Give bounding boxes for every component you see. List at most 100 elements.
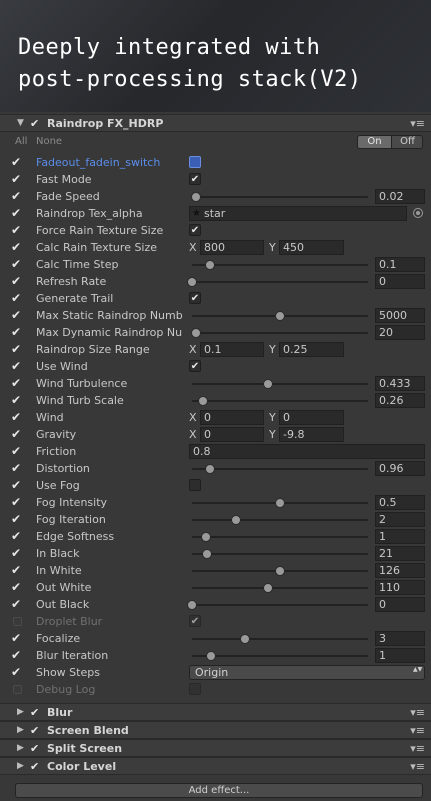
value-checkbox[interactable] <box>189 479 201 491</box>
slider-thumb[interactable] <box>239 634 250 644</box>
y-value-field[interactable]: 450 <box>279 240 344 255</box>
value-field[interactable]: 2 <box>375 512 425 527</box>
effect-header-raindrop[interactable]: ▼ ✔ Raindrop FX_HDRP ▾≡ <box>0 114 431 132</box>
foldout-closed-icon[interactable]: ▶ <box>17 743 25 753</box>
effect-enable-checkbox[interactable]: ✔ <box>30 118 41 129</box>
foldout-closed-icon[interactable]: ▶ <box>17 707 25 717</box>
slider-track[interactable] <box>192 655 368 657</box>
value-field[interactable]: 0 <box>375 274 425 289</box>
value-field[interactable]: 20 <box>375 325 425 340</box>
value-field[interactable]: 0.1 <box>375 257 425 272</box>
value-slider[interactable] <box>189 461 371 476</box>
value-slider[interactable] <box>189 189 371 204</box>
override-checkbox[interactable]: ✔ <box>11 156 23 168</box>
value-slider[interactable] <box>187 274 371 289</box>
override-checkbox[interactable]: ✔ <box>11 309 23 321</box>
slider-track[interactable] <box>192 604 368 606</box>
effect-enable-checkbox[interactable]: ✔ <box>30 743 41 754</box>
slider-track[interactable] <box>192 281 368 283</box>
value-slider[interactable] <box>189 376 371 391</box>
effect-header-blur[interactable]: ▶ ✔ Blur ▾≡ <box>0 703 431 721</box>
slider-thumb[interactable] <box>204 260 215 270</box>
foldout-closed-icon[interactable]: ▶ <box>17 761 25 771</box>
slider-track[interactable] <box>192 536 368 538</box>
slider-thumb[interactable] <box>187 277 197 287</box>
foldout-closed-icon[interactable]: ▶ <box>17 725 25 735</box>
override-checkbox[interactable]: ✔ <box>11 428 23 440</box>
override-checkbox[interactable]: ✔ <box>11 598 23 610</box>
value-field[interactable]: 110 <box>375 580 425 595</box>
override-checkbox[interactable]: ✔ <box>11 411 23 423</box>
value-field[interactable]: 0.8 <box>189 444 425 459</box>
override-checkbox[interactable]: ✔ <box>11 513 23 525</box>
value-field[interactable]: 0.02 <box>375 189 425 204</box>
slider-thumb[interactable] <box>231 515 241 525</box>
override-checkbox[interactable]: ✔ <box>11 190 23 202</box>
foldout-open-icon[interactable]: ▼ <box>17 118 25 128</box>
override-checkbox[interactable]: ✔ <box>11 462 23 474</box>
effect-menu-icon[interactable]: ▾≡ <box>410 760 425 773</box>
override-checkbox[interactable]: ✔ <box>11 377 23 389</box>
override-checkbox[interactable]: ✔ <box>11 632 23 644</box>
override-checkbox[interactable]: ✔ <box>11 343 23 355</box>
value-slider[interactable] <box>189 648 371 663</box>
slider-thumb[interactable] <box>275 566 285 576</box>
y-value-field[interactable]: -9.8 <box>279 427 344 442</box>
value-field[interactable]: 21 <box>375 546 425 561</box>
override-checkbox[interactable]: ✔ <box>11 241 23 253</box>
y-value-field[interactable]: 0 <box>279 410 344 425</box>
slider-thumb[interactable] <box>197 396 208 406</box>
slider-track[interactable] <box>192 519 368 521</box>
effect-enable-checkbox[interactable]: ✔ <box>30 761 41 772</box>
value-field[interactable]: 0 <box>375 597 425 612</box>
x-value-field[interactable]: 0 <box>200 427 264 442</box>
value-slider[interactable] <box>189 512 371 527</box>
slider-thumb[interactable] <box>262 583 273 593</box>
override-checkbox[interactable]: ✔ <box>11 173 23 185</box>
effect-header-color-level[interactable]: ▶ ✔ Color Level ▾≡ <box>0 757 431 775</box>
slider-thumb[interactable] <box>190 192 201 202</box>
override-checkbox[interactable]: ✔ <box>11 292 23 304</box>
slider-thumb[interactable] <box>201 532 212 542</box>
value-checkbox[interactable]: ✔ <box>189 292 201 304</box>
value-field[interactable]: 3 <box>375 631 425 646</box>
override-checkbox[interactable]: ✔ <box>11 496 23 508</box>
y-value-field[interactable]: 0.25 <box>279 342 344 357</box>
value-field[interactable]: 0.26 <box>375 393 425 408</box>
x-value-field[interactable]: 0 <box>200 410 264 425</box>
value-slider[interactable] <box>189 257 371 272</box>
on-off-toggle[interactable]: On Off <box>357 135 423 149</box>
value-checkbox[interactable]: ✔ <box>189 173 201 185</box>
override-checkbox[interactable]: ✔ <box>11 275 23 287</box>
slider-track[interactable] <box>192 587 368 589</box>
value-field[interactable]: 1 <box>375 529 425 544</box>
texture-object-field[interactable]: ★ star <box>189 206 407 221</box>
show-steps-dropdown[interactable]: Origin ▲▼ <box>189 665 425 680</box>
all-button[interactable]: All <box>15 136 27 147</box>
override-checkbox[interactable]: ✔ <box>11 479 23 491</box>
value-slider[interactable] <box>189 563 371 578</box>
slider-thumb[interactable] <box>206 651 217 661</box>
x-value-field[interactable]: 0.1 <box>200 342 264 357</box>
effect-header-split-screen[interactable]: ▶ ✔ Split Screen ▾≡ <box>0 739 431 757</box>
effect-menu-icon[interactable]: ▾≡ <box>410 117 425 130</box>
off-button[interactable]: Off <box>391 136 422 148</box>
on-button[interactable]: On <box>358 136 391 148</box>
effect-header-screen-blend[interactable]: ▶ ✔ Screen Blend ▾≡ <box>0 721 431 739</box>
value-field[interactable]: 126 <box>375 563 425 578</box>
value-slider[interactable] <box>189 495 371 510</box>
value-slider[interactable] <box>189 393 371 408</box>
effect-menu-icon[interactable]: ▾≡ <box>410 742 425 755</box>
slider-thumb[interactable] <box>204 464 215 474</box>
override-checkbox[interactable]: ✔ <box>11 360 23 372</box>
value-field[interactable]: 1 <box>375 648 425 663</box>
override-checkbox[interactable]: ✔ <box>11 530 23 542</box>
override-checkbox[interactable]: ✔ <box>11 445 23 457</box>
override-checkbox[interactable]: ✔ <box>11 394 23 406</box>
value-slider[interactable] <box>189 580 371 595</box>
value-slider[interactable] <box>189 631 371 646</box>
slider-thumb[interactable] <box>187 600 197 610</box>
slider-thumb[interactable] <box>275 498 285 508</box>
override-checkbox[interactable]: ✔ <box>11 666 23 678</box>
value-field[interactable]: 0.433 <box>375 376 425 391</box>
